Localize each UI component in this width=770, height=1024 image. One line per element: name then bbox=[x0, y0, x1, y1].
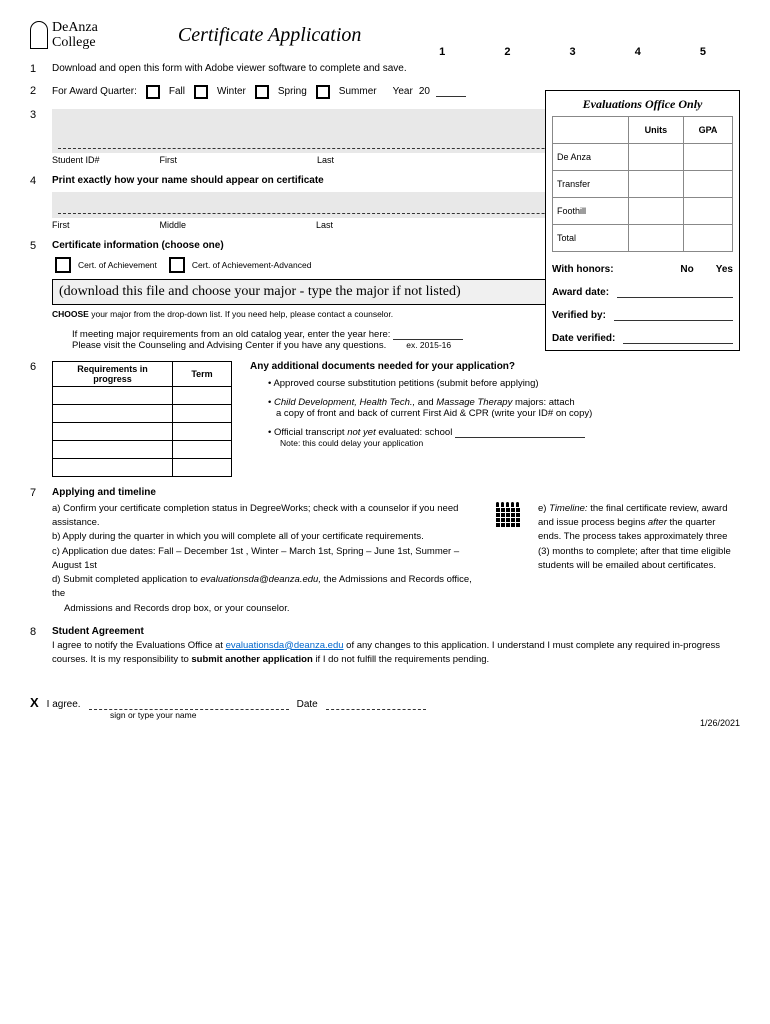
year-prefix: 20 bbox=[419, 86, 430, 97]
agree-label: I agree. bbox=[47, 699, 81, 710]
req-cell[interactable] bbox=[53, 386, 173, 404]
signature-x: X bbox=[30, 695, 39, 710]
counseling-text: Please visit the Counseling and Advising… bbox=[72, 340, 386, 351]
timeline-d-cont: Admissions and Records drop box, or your… bbox=[64, 602, 482, 616]
year-field[interactable] bbox=[436, 87, 466, 97]
cert-first-label: First bbox=[52, 220, 70, 230]
honors-label: With honors: bbox=[552, 264, 614, 275]
catalog-year-field[interactable] bbox=[393, 330, 463, 340]
timeline-c: c) Application due dates: Fall – Decembe… bbox=[52, 545, 482, 574]
page-title: Certificate Application bbox=[178, 24, 362, 47]
logo-tower-icon bbox=[30, 21, 48, 49]
signature-field[interactable] bbox=[89, 698, 289, 710]
section-6-number: 6 bbox=[30, 361, 44, 477]
section-1-text: Download and open this form with Adobe v… bbox=[52, 63, 740, 75]
cert-achievement-label: Cert. of Achievement bbox=[78, 260, 157, 270]
college-logo: DeAnza College bbox=[30, 20, 98, 51]
spring-label: Spring bbox=[278, 86, 307, 97]
year-label: Year bbox=[393, 86, 413, 97]
term-cell[interactable] bbox=[173, 386, 232, 404]
docs-heading: Any additional documents needed for your… bbox=[250, 361, 740, 372]
timeline-e: e) Timeline: the final certificate revie… bbox=[538, 502, 740, 573]
winter-checkbox[interactable] bbox=[194, 85, 208, 99]
spring-checkbox[interactable] bbox=[255, 85, 269, 99]
date-verified-field[interactable] bbox=[623, 334, 733, 344]
agreement-text: I agree to notify the Evaluations Office… bbox=[52, 639, 740, 668]
doc-item-3: • Official transcript not yet evaluated:… bbox=[268, 427, 740, 448]
date-label: Date bbox=[297, 699, 318, 710]
eval-gpa-header: GPA bbox=[684, 117, 733, 144]
fall-label: Fall bbox=[169, 86, 185, 97]
eval-row-deanza: De Anza bbox=[553, 144, 629, 171]
section-8-number: 8 bbox=[30, 626, 44, 668]
timeline-b: b) Apply during the quarter in which you… bbox=[52, 530, 482, 544]
term-col-header: Term bbox=[173, 361, 232, 386]
logo-line2: College bbox=[52, 35, 98, 50]
req-cell[interactable] bbox=[53, 440, 173, 458]
summer-checkbox[interactable] bbox=[316, 85, 330, 99]
cert-last-label: Last bbox=[316, 220, 333, 230]
eval-row-transfer: Transfer bbox=[553, 171, 629, 198]
eval-table: UnitsGPA De Anza Transfer Foothill Total bbox=[552, 116, 733, 252]
section-2-number: 2 bbox=[30, 85, 44, 99]
eval-units-header: Units bbox=[628, 117, 683, 144]
doc-note: Note: this could delay your application bbox=[280, 438, 740, 448]
summer-label: Summer bbox=[339, 86, 377, 97]
eval-row-total: Total bbox=[553, 225, 629, 252]
choose-text: your major from the drop-down list. If y… bbox=[91, 309, 393, 319]
logo-line1: DeAnza bbox=[52, 20, 98, 35]
eval-row-foothill: Foothill bbox=[553, 198, 629, 225]
page-numbers: 1 2 3 4 5 bbox=[439, 46, 734, 58]
doc-item-1: • Approved course substitution petitions… bbox=[268, 378, 740, 389]
eval-title: Evaluations Office Only bbox=[552, 97, 733, 112]
requirements-table: Requirements in progressTerm bbox=[52, 361, 232, 477]
section-1-number: 1 bbox=[30, 63, 44, 75]
catalog-year-text: If meeting major requirements from an ol… bbox=[72, 329, 390, 340]
cert-advanced-checkbox[interactable] bbox=[169, 257, 185, 273]
timeline-a: a) Confirm your certificate completion s… bbox=[52, 502, 482, 531]
cert-middle-label: Middle bbox=[160, 220, 187, 230]
req-col-header: Requirements in progress bbox=[53, 361, 173, 386]
catalog-example: ex. 2015-16 bbox=[406, 340, 451, 350]
footer-date: 1/26/2021 bbox=[700, 718, 740, 728]
term-cell[interactable] bbox=[173, 458, 232, 476]
term-cell[interactable] bbox=[173, 440, 232, 458]
term-cell[interactable] bbox=[173, 404, 232, 422]
doc-item-2: • Child Development, Health Tech., and M… bbox=[268, 397, 740, 419]
section-3-number: 3 bbox=[30, 109, 44, 165]
transcript-school-field[interactable] bbox=[455, 428, 585, 438]
agreement-heading: Student Agreement bbox=[52, 626, 740, 637]
award-date-field[interactable] bbox=[617, 288, 733, 298]
timeline-d: d) Submit completed application to evalu… bbox=[52, 573, 482, 602]
section-4-number: 4 bbox=[30, 175, 44, 230]
honors-yes[interactable]: Yes bbox=[716, 264, 733, 275]
last-name-label: Last bbox=[317, 155, 334, 165]
signature-date-field[interactable] bbox=[326, 698, 426, 710]
cert-advanced-label: Cert. of Achievement-Advanced bbox=[192, 260, 312, 270]
term-cell[interactable] bbox=[173, 422, 232, 440]
award-date-label: Award date: bbox=[552, 287, 609, 298]
section-7-number: 7 bbox=[30, 487, 44, 616]
fall-checkbox[interactable] bbox=[146, 85, 160, 99]
calendar-icon bbox=[496, 502, 524, 530]
section-5-number: 5 bbox=[30, 240, 44, 351]
cert-achievement-checkbox[interactable] bbox=[55, 257, 71, 273]
first-name-label: First bbox=[160, 155, 178, 165]
req-cell[interactable] bbox=[53, 422, 173, 440]
student-id-label: Student ID# bbox=[52, 155, 100, 165]
date-verified-label: Date verified: bbox=[552, 333, 615, 344]
signature-hint: sign or type your name bbox=[110, 710, 740, 720]
req-cell[interactable] bbox=[53, 404, 173, 422]
winter-label: Winter bbox=[217, 86, 246, 97]
verified-by-label: Verified by: bbox=[552, 310, 606, 321]
honors-no[interactable]: No bbox=[680, 264, 693, 275]
award-quarter-label: For Award Quarter: bbox=[52, 86, 137, 97]
timeline-heading: Applying and timeline bbox=[52, 487, 740, 498]
req-cell[interactable] bbox=[53, 458, 173, 476]
verified-by-field[interactable] bbox=[614, 311, 733, 321]
email-link[interactable]: evaluationsda@deanza.edu bbox=[226, 640, 344, 651]
evaluations-office-box: Evaluations Office Only UnitsGPA De Anza… bbox=[545, 90, 740, 351]
